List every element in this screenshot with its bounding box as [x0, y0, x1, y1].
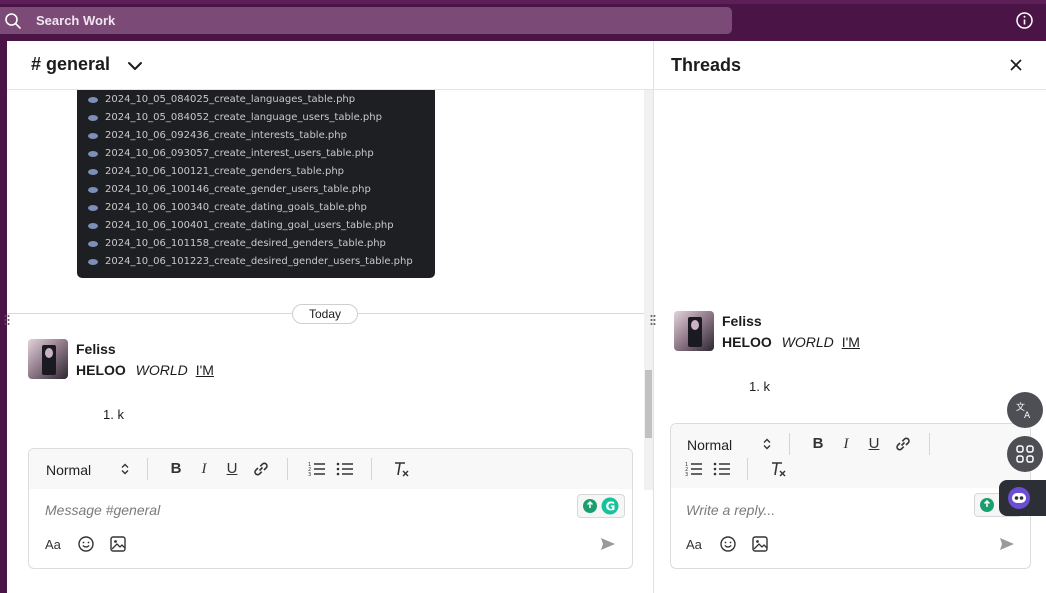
code-file-row: 2024_10_06_101158_create_desired_genders… — [88, 238, 386, 249]
code-file-row: 2024_10_06_100121_create_genders_table.p… — [87, 166, 345, 177]
underline-button[interactable]: U — [222, 459, 242, 479]
link-icon[interactable] — [894, 435, 912, 453]
search-icon — [5, 13, 21, 29]
threads-panel: Threads Feliss HELOO WORLD I'M 1. k Norm… — [650, 41, 1046, 593]
svg-text:G: G — [606, 500, 616, 514]
apps-grid-icon — [1016, 445, 1034, 463]
info-icon[interactable] — [1015, 11, 1034, 30]
bullet-list-icon[interactable] — [713, 460, 731, 478]
composer-toolbar: Normal B I U 1 2 3 — [29, 449, 632, 489]
toolbar-divider — [147, 458, 148, 480]
search-placeholder: Search Work — [36, 13, 116, 28]
bulb-icon — [583, 499, 597, 513]
toolbar-divider — [789, 433, 790, 455]
bulb-icon — [980, 498, 994, 512]
format-select[interactable]: Normal — [46, 462, 91, 478]
thread-message-italic-text: WORLD — [781, 334, 834, 350]
send-icon[interactable] — [998, 535, 1016, 553]
clear-format-icon[interactable] — [769, 460, 787, 478]
code-file-row: 2024_10_06_092436_create_interests_table… — [88, 130, 347, 141]
grammar-extension-badge[interactable]: G — [577, 494, 625, 518]
message-scrollbar[interactable] — [644, 90, 653, 490]
assistant-tab[interactable] — [999, 480, 1046, 516]
svg-text:3: 3 — [308, 472, 311, 478]
code-screenshot-image[interactable]: 2024_10_05_084025_create_languages_table… — [77, 90, 435, 278]
image-upload-icon[interactable] — [109, 535, 127, 553]
italic-button[interactable]: I — [194, 459, 214, 479]
thread-message-underline-text: I'M — [841, 334, 860, 350]
svg-text:A: A — [1024, 411, 1031, 420]
scrollbar-thumb[interactable] — [645, 370, 652, 438]
thread-message-author[interactable]: Feliss — [722, 313, 762, 329]
toolbar-divider — [371, 458, 372, 480]
thread-message-list-item: 1. k — [749, 379, 770, 394]
text-format-toggle[interactable]: Aa — [45, 537, 61, 552]
toolbar-divider — [747, 458, 748, 480]
code-file-row: 2024_10_05_084052_create_language_users_… — [88, 112, 382, 123]
image-upload-icon[interactable] — [751, 535, 769, 553]
apps-button[interactable] — [1007, 436, 1043, 472]
reply-format-select[interactable]: Normal — [687, 437, 732, 453]
message-text: HELOO WORLD I'M — [76, 362, 214, 378]
bullet-list-icon[interactable] — [336, 460, 354, 478]
channel-pane: # general 2024_10_05_084025_create_langu… — [4, 41, 653, 593]
translate-icon: 文 A — [1016, 401, 1031, 420]
reply-input[interactable]: Write a reply... — [686, 502, 775, 518]
reply-composer-toolbar: Normal B I U 1 2 3 — [671, 424, 1030, 488]
date-divider-pill[interactable]: Today — [292, 304, 358, 324]
ordered-list-icon[interactable]: 1 2 3 — [308, 460, 326, 478]
search-bar[interactable]: Search Work — [0, 7, 732, 34]
chevron-down-icon[interactable] — [126, 57, 144, 75]
svg-text:3: 3 — [685, 472, 688, 478]
code-file-row: 2024_10_05_084025_create_languages_table… — [87, 94, 356, 105]
threads-header: Threads — [654, 41, 1046, 90]
top-bar: Search Work — [0, 0, 1046, 41]
thread-message-bold-text: HELOO — [722, 334, 772, 350]
close-icon[interactable] — [1008, 57, 1024, 73]
message-italic-text: WORLD — [135, 362, 188, 378]
toolbar-divider — [929, 433, 930, 455]
reply-composer: Normal B I U 1 2 3 Write a reply... Aa — [670, 423, 1031, 569]
ordered-list-icon[interactable]: 1 2 3 — [685, 460, 703, 478]
code-file-row: 2024_10_06_100401_create_dating_goal_use… — [88, 220, 394, 231]
code-file-row: 2024_10_06_093057_create_interest_users_… — [88, 148, 374, 159]
send-icon[interactable] — [599, 535, 617, 553]
message-list-item: 1. k — [103, 407, 124, 422]
italic-button[interactable]: I — [836, 434, 856, 454]
code-file-row: 2024_10_06_101223_create_desired_gender_… — [88, 256, 413, 267]
bold-button[interactable]: B — [166, 459, 186, 479]
message-bold-text: HELOO — [76, 362, 126, 378]
message-author[interactable]: Feliss — [76, 341, 116, 357]
threads-title: Threads — [671, 55, 742, 75]
text-format-toggle[interactable]: Aa — [686, 537, 702, 552]
avatar[interactable] — [674, 311, 714, 351]
toolbar-divider — [287, 458, 288, 480]
drag-handle-icon[interactable] — [4, 314, 10, 326]
message-composer: Normal B I U 1 2 3 Message #general G Aa — [28, 448, 633, 569]
emoji-icon[interactable] — [77, 535, 95, 553]
top-bar-line — [0, 0, 1046, 4]
select-caret-icon — [121, 463, 129, 475]
link-icon[interactable] — [252, 460, 270, 478]
select-caret-icon — [763, 438, 771, 450]
channel-title[interactable]: # general — [31, 54, 110, 75]
channel-header: # general — [7, 41, 653, 90]
code-file-row: 2024_10_06_100340_create_dating_goals_ta… — [88, 202, 367, 213]
bot-icon — [1008, 487, 1030, 509]
avatar[interactable] — [28, 339, 68, 379]
drag-handle-icon[interactable] — [650, 314, 656, 326]
message-input[interactable]: Message #general — [45, 502, 160, 518]
message-underline-text: I'M — [195, 362, 214, 378]
grammarly-icon: G — [601, 497, 619, 515]
underline-button[interactable]: U — [864, 434, 884, 454]
clear-format-icon[interactable] — [392, 460, 410, 478]
code-file-row: 2024_10_06_100146_create_gender_users_ta… — [88, 184, 371, 195]
emoji-icon[interactable] — [719, 535, 737, 553]
translate-button[interactable]: 文 A — [1007, 392, 1043, 428]
thread-message-text: HELOO WORLD I'M — [722, 334, 860, 350]
bold-button[interactable]: B — [808, 434, 828, 454]
